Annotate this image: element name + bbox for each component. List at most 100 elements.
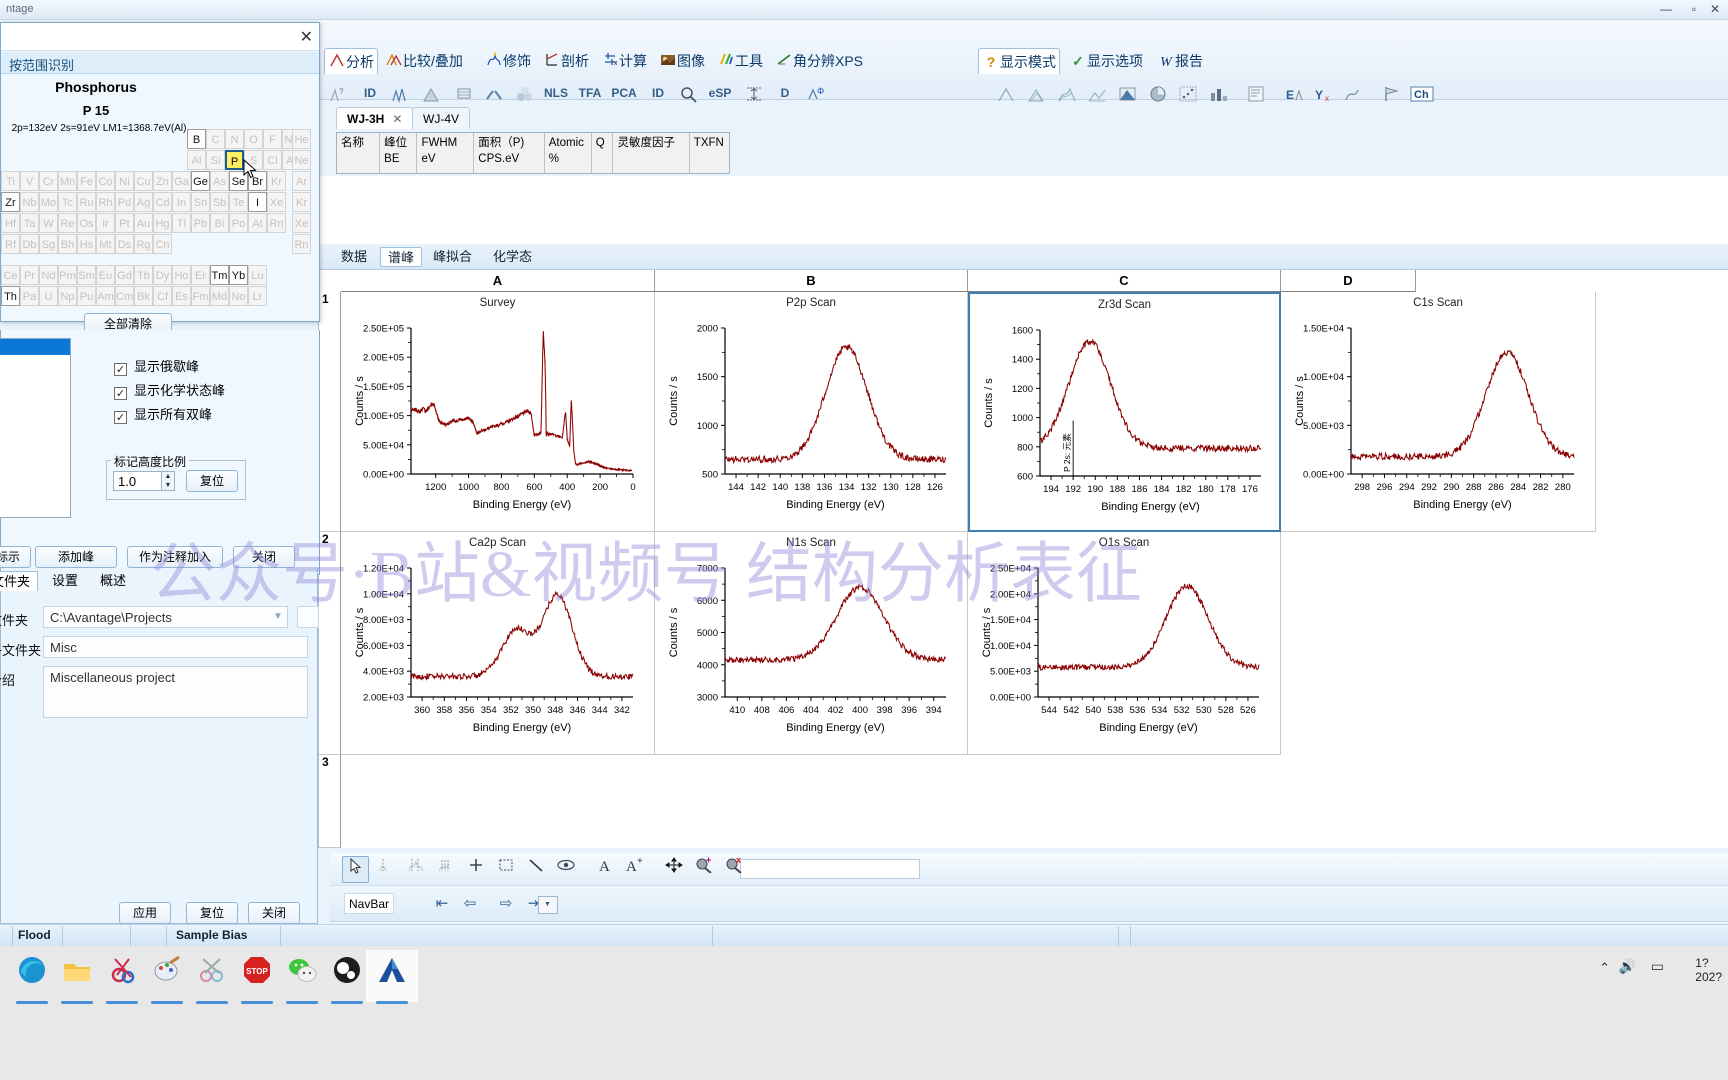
- peak-table-column-header[interactable]: 灵敏度因子: [613, 133, 690, 173]
- periodic-element-At[interactable]: At: [248, 213, 267, 233]
- periodic-element-Kr[interactable]: Kr: [267, 171, 286, 191]
- periodic-element-Cl[interactable]: Cl: [263, 150, 282, 170]
- periodic-element-Ir[interactable]: Ir: [96, 213, 115, 233]
- chevron-up-icon[interactable]: ⌃: [1599, 960, 1610, 976]
- network-icon[interactable]: ▭: [1651, 958, 1664, 975]
- close-button[interactable]: ✕: [1710, 2, 1720, 16]
- periodic-element-Xe[interactable]: Xe: [267, 192, 286, 212]
- text-plus-icon[interactable]: A +: [621, 856, 648, 883]
- periodic-element-Si[interactable]: Si: [206, 150, 225, 170]
- periodic-element-Ge[interactable]: Ge: [191, 171, 210, 191]
- grid-row-header-3[interactable]: 3: [319, 755, 341, 848]
- periodic-element-No[interactable]: No: [229, 286, 248, 306]
- periodic-element-F[interactable]: F: [263, 129, 282, 149]
- periodic-element-Rn[interactable]: Rn: [267, 213, 286, 233]
- periodic-element-Zn[interactable]: Zn: [153, 171, 172, 191]
- text-icon[interactable]: A: [591, 856, 618, 883]
- periodic-element-Mt[interactable]: Mt: [96, 234, 115, 254]
- periodic-element-Pd[interactable]: Pd: [115, 192, 134, 212]
- periodic-element-Lu[interactable]: Lu: [248, 265, 267, 285]
- periodic-element-Th[interactable]: Th: [1, 286, 20, 306]
- periodic-element-Ga[interactable]: Ga: [172, 171, 191, 191]
- periodic-element-Db[interactable]: Db: [20, 234, 39, 254]
- checkbox-row-2[interactable]: ✓ 显示所有双峰: [114, 404, 212, 424]
- grid-column-header-D[interactable]: D: [1281, 270, 1416, 292]
- reset-button[interactable]: 复位: [186, 470, 238, 492]
- periodic-element-Ho[interactable]: Ho: [172, 265, 191, 285]
- grid-row-header-1[interactable]: 1: [319, 292, 341, 532]
- peak-table-column-header[interactable]: 名称: [337, 133, 381, 173]
- periodic-element-Sg[interactable]: Sg: [39, 234, 58, 254]
- periodic-element-Fm[interactable]: Fm: [191, 286, 210, 306]
- periodic-element-Rh[interactable]: Rh: [96, 192, 115, 212]
- periodic-element-Gd[interactable]: Gd: [115, 265, 134, 285]
- periodic-element-Pr[interactable]: Pr: [20, 265, 39, 285]
- clock[interactable]: 1? 202?: [1695, 956, 1722, 984]
- periodic-element-Ce[interactable]: Ce: [1, 265, 20, 285]
- periodic-element-Ti[interactable]: Ti: [1, 171, 20, 191]
- periodic-element-As[interactable]: As: [210, 171, 229, 191]
- project-field-dropdown-icon[interactable]: ▼: [273, 611, 283, 622]
- periodic-element-Kr[interactable]: Kr: [292, 192, 311, 212]
- speaker-icon[interactable]: 🔊: [1619, 958, 1636, 975]
- periodic-element-Rn[interactable]: Rn: [292, 234, 311, 254]
- periodic-element-Xe[interactable]: Xe: [292, 213, 311, 233]
- periodic-element-B[interactable]: B: [187, 129, 206, 149]
- periodic-element-Sn[interactable]: Sn: [191, 192, 210, 212]
- add-peak-button[interactable]: 添加峰: [35, 546, 117, 568]
- dialog-close-icon[interactable]: ✕: [300, 27, 313, 47]
- chart-cell-B2[interactable]: N1s Scan 3000 4000 5000 6000 7000 410 408 406 404…: [655, 532, 968, 755]
- periodic-element-Fe[interactable]: Fe: [77, 171, 96, 191]
- periodic-element-He[interactable]: He: [292, 129, 311, 149]
- chart-cell-C2[interactable]: O1s Scan 0.00E+00 5.00E+03 1.00E+04 1.50E+04…: [968, 532, 1281, 755]
- periodic-element-Pu[interactable]: Pu: [77, 286, 96, 306]
- peak-table-column-header[interactable]: Q: [592, 133, 614, 173]
- marker-scale-input[interactable]: 1.0: [113, 471, 168, 491]
- checkbox-row-0[interactable]: ✓ 显示俄歇峰: [114, 356, 199, 376]
- peak-list[interactable]: [0, 338, 71, 518]
- periodic-element-Hg[interactable]: Hg: [153, 213, 172, 233]
- periodic-element-O[interactable]: O: [244, 129, 263, 149]
- label-button[interactable]: 标示: [0, 546, 31, 568]
- periodic-element-Mo[interactable]: Mo: [39, 192, 58, 212]
- sub-tab-3[interactable]: 化学态: [486, 247, 539, 267]
- sub-tab-1[interactable]: 谱峰: [380, 247, 423, 267]
- sub-tab-0[interactable]: 数据: [334, 247, 374, 267]
- ribbon-tab-0[interactable]: 分析: [324, 48, 378, 74]
- ribbon-tab-5[interactable]: 图像: [656, 48, 708, 74]
- periodic-element-Tb[interactable]: Tb: [134, 265, 153, 285]
- periodic-element-Es[interactable]: Es: [172, 286, 191, 306]
- document-tab-wj-3h[interactable]: WJ-3H ✕: [336, 107, 414, 129]
- periodic-element-Bk[interactable]: Bk: [134, 286, 153, 306]
- browse-folder-button[interactable]: [297, 606, 319, 628]
- ribbon-right-tab-0[interactable]: ? 显示模式: [978, 48, 1060, 74]
- periodic-element-C[interactable]: C: [206, 129, 225, 149]
- periodic-element-Pm[interactable]: Pm: [58, 265, 77, 285]
- first-icon[interactable]: ⇤: [430, 892, 454, 916]
- periodic-element-Lr[interactable]: Lr: [248, 286, 267, 306]
- periodic-element-Po[interactable]: Po: [229, 213, 248, 233]
- doublet-icon[interactable]: [402, 856, 429, 883]
- periodic-element-Ru[interactable]: Ru: [77, 192, 96, 212]
- periodic-element-Tc[interactable]: Tc: [58, 192, 77, 212]
- ribbon-right-tab-1[interactable]: ✓ 显示选项: [1066, 48, 1146, 74]
- periodic-element-Sm[interactable]: Sm: [77, 265, 96, 285]
- add-as-annotation-button[interactable]: 作为注释加入: [127, 546, 223, 568]
- periodic-element-Co[interactable]: Co: [96, 171, 115, 191]
- periodic-element-Ag[interactable]: Ag: [134, 192, 153, 212]
- periodic-element-Ar[interactable]: Ar: [292, 171, 311, 191]
- maximize-button[interactable]: ▫: [1692, 2, 1696, 16]
- checkbox-0[interactable]: ✓: [114, 363, 127, 376]
- periodic-element-P[interactable]: P: [225, 150, 244, 170]
- ribbon-tab-1[interactable]: 比较/叠加: [382, 48, 466, 74]
- chart-cell-B1[interactable]: P2p Scan 500 1000 1500 2000 144 142 140 138 136 13…: [655, 292, 968, 532]
- zoom-in-icon[interactable]: +: [690, 855, 717, 883]
- reset-project-button[interactable]: 复位: [186, 902, 238, 924]
- ribbon-tab-4[interactable]: x 计算: [598, 48, 650, 74]
- periodic-element-Cd[interactable]: Cd: [153, 192, 172, 212]
- periodic-element-V[interactable]: V: [20, 171, 39, 191]
- peak-table-column-header[interactable]: 面积（P) CPS.eV: [474, 133, 545, 173]
- multi-peak-icon[interactable]: [432, 856, 459, 883]
- document-tab-wj-4v[interactable]: WJ-4V: [412, 107, 470, 129]
- periodic-element-U[interactable]: U: [39, 286, 58, 306]
